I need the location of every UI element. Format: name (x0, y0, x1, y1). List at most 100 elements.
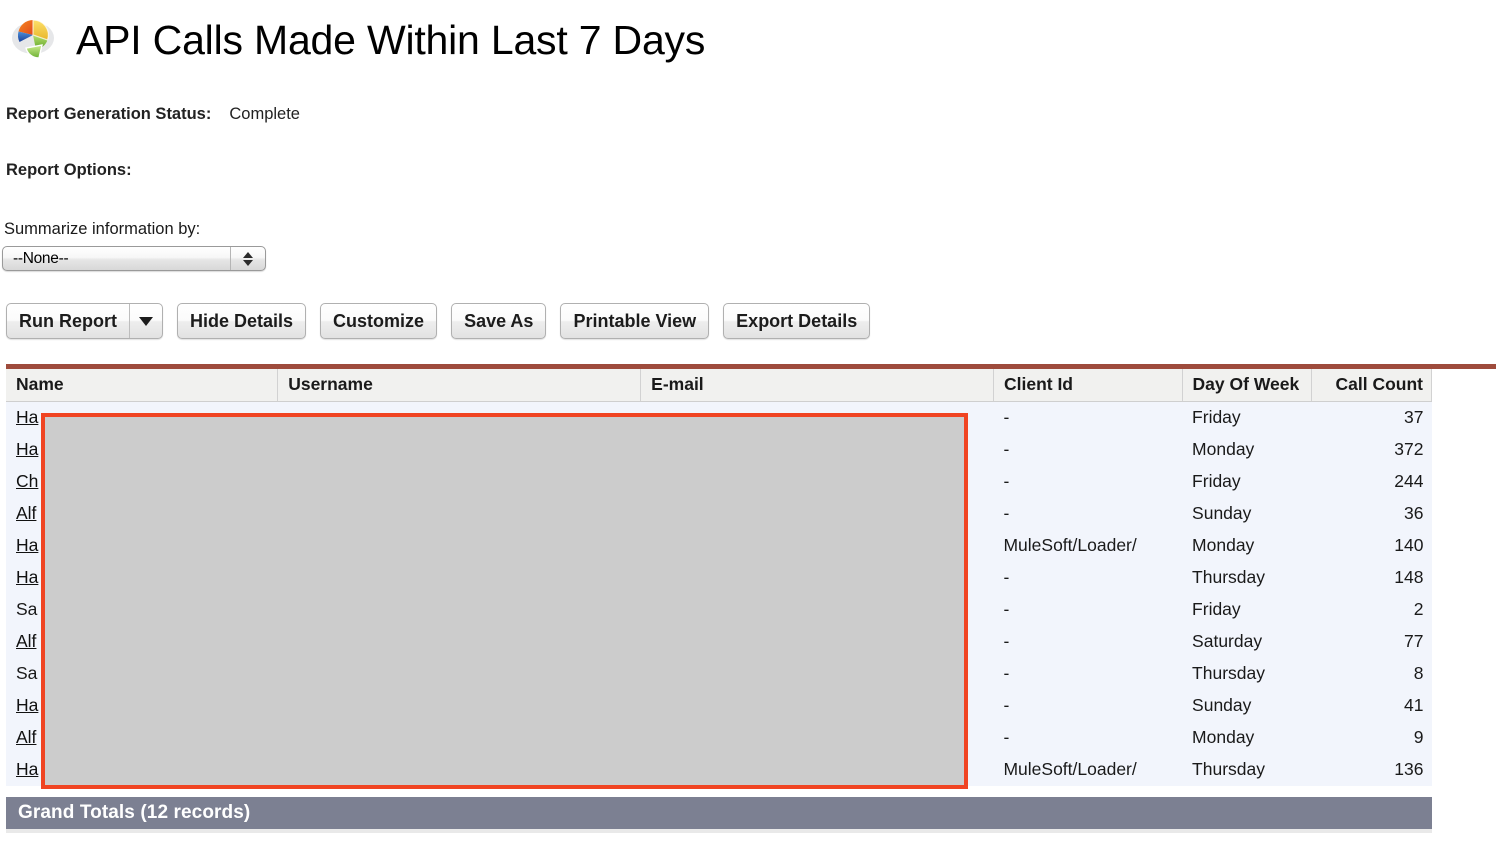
cell-name-text: Sa (16, 599, 38, 619)
cell-day-of-week: Friday (1182, 465, 1312, 498)
run-report-button[interactable]: Run Report (7, 304, 129, 338)
cell-call-count-text: 36 (1404, 503, 1424, 523)
cell-name-text[interactable]: Ha (16, 567, 38, 587)
cell-call-count-text: 148 (1394, 567, 1424, 587)
grand-totals-label: Grand Totals (12 records) (18, 802, 251, 823)
report-page: API Calls Made Within Last 7 Days Report… (0, 0, 1496, 866)
cell-client-id: - (993, 625, 1183, 658)
cell-day-of-week-text: Thursday (1192, 567, 1265, 587)
column-header-call-count[interactable]: Call Count (1311, 369, 1432, 402)
cell-day-of-week-text: Monday (1192, 727, 1255, 747)
cell-call-count-text: 136 (1394, 759, 1424, 779)
cell-name-text[interactable]: Ha (16, 407, 38, 427)
column-header-username[interactable]: Username (277, 369, 642, 402)
grand-totals-underline (6, 829, 1432, 833)
cell-call-count: 8 (1311, 657, 1432, 690)
cell-day-of-week: Monday (1182, 433, 1312, 466)
summarize-by-selected-value: --None-- (13, 249, 69, 267)
cell-client-id: - (993, 561, 1183, 594)
cell-client-id: - (993, 657, 1183, 690)
cell-call-count-text: 77 (1404, 631, 1424, 651)
cell-client-id: - (993, 497, 1183, 530)
chevron-down-icon (243, 259, 253, 266)
column-header-email[interactable]: E-mail (640, 369, 994, 402)
run-report-split-button[interactable]: Run Report (6, 303, 163, 339)
cell-call-count: 136 (1311, 753, 1432, 786)
run-report-dropdown-button[interactable] (129, 304, 162, 338)
cell-day-of-week: Thursday (1182, 657, 1312, 690)
cell-day-of-week-text: Friday (1192, 407, 1241, 428)
summarize-by-select[interactable]: --None-- (2, 246, 266, 271)
printable-view-button[interactable]: Printable View (560, 303, 710, 339)
report-generation-status-value: Complete (229, 105, 300, 123)
cell-day-of-week-text: Thursday (1192, 663, 1265, 683)
cell-call-count: 244 (1311, 465, 1432, 498)
cell-name-text[interactable]: Alf (16, 727, 36, 747)
cell-name-text[interactable]: Ha (16, 695, 38, 715)
cell-name-text[interactable]: Ha (16, 535, 38, 555)
report-options-label: Report Options: (6, 161, 132, 179)
cell-call-count: 2 (1311, 593, 1432, 626)
cell-day-of-week-text: Sunday (1192, 503, 1252, 523)
cell-day-of-week-text: Monday (1192, 439, 1255, 459)
cell-call-count-text: 2 (1413, 599, 1424, 619)
summarize-by-label: Summarize information by: (4, 220, 201, 238)
cell-name-text[interactable]: Alf (16, 631, 36, 651)
cell-client-id: - (993, 401, 1183, 434)
cell-client-id-text: - (1003, 631, 1010, 651)
cell-call-count: 41 (1311, 689, 1432, 722)
cell-client-id-text: - (1003, 471, 1010, 491)
cell-day-of-week-text: Thursday (1192, 759, 1265, 779)
cell-client-id-text: MuleSoft/Loader/ (1003, 759, 1137, 779)
cell-call-count-text: 372 (1394, 439, 1424, 459)
cell-call-count: 148 (1311, 561, 1432, 594)
page-title: API Calls Made Within Last 7 Days (76, 16, 706, 63)
cell-name-text: Sa (16, 663, 38, 683)
export-details-button[interactable]: Export Details (723, 303, 871, 339)
cell-client-id: - (993, 433, 1183, 466)
cell-client-id: - (993, 593, 1183, 626)
chevron-down-icon (139, 316, 153, 326)
cell-client-id-text: - (1003, 407, 1010, 428)
cell-name-text[interactable]: Ha (16, 439, 38, 459)
column-header-client-id[interactable]: Client Id (993, 369, 1183, 402)
column-header-day-of-week[interactable]: Day Of Week (1182, 369, 1313, 402)
cell-client-id: MuleSoft/Loader/ (993, 529, 1183, 562)
cell-day-of-week: Thursday (1182, 753, 1312, 786)
save-as-button[interactable]: Save As (451, 303, 547, 339)
cell-call-count-text: 140 (1394, 535, 1424, 555)
cell-call-count: 140 (1311, 529, 1432, 562)
page-header: API Calls Made Within Last 7 Days (6, 12, 705, 68)
customize-button[interactable]: Customize (320, 303, 438, 339)
cell-call-count: 9 (1311, 721, 1432, 754)
cell-day-of-week-text: Friday (1192, 599, 1241, 619)
cell-day-of-week: Sunday (1182, 497, 1312, 530)
cell-call-count-text: 9 (1413, 727, 1424, 747)
cell-client-id-text: - (1003, 727, 1010, 747)
cell-client-id-text: - (1003, 695, 1010, 715)
cell-day-of-week-text: Sunday (1192, 695, 1252, 715)
cell-client-id: MuleSoft/Loader/ (993, 753, 1183, 786)
pie-chart-report-icon (6, 12, 62, 68)
cell-client-id: - (993, 465, 1183, 498)
select-stepper-arrows-icon[interactable] (230, 247, 265, 270)
cell-client-id: - (993, 721, 1183, 754)
cell-call-count: 37 (1311, 401, 1432, 434)
cell-client-id-text: - (1003, 599, 1010, 619)
cell-name-text[interactable]: Ch (16, 471, 38, 491)
privacy-redaction-overlay (41, 413, 968, 789)
cell-day-of-week: Sunday (1182, 689, 1312, 722)
grand-totals-bar: Grand Totals (12 records) (6, 797, 1432, 829)
table-header-row: Name Username E-mail Client Id Day Of We… (6, 369, 1432, 402)
report-toolbar: Run Report Hide Details Customize Save A… (6, 303, 871, 339)
cell-client-id-text: - (1003, 439, 1010, 459)
chevron-up-icon (243, 251, 253, 258)
cell-call-count: 77 (1311, 625, 1432, 658)
cell-name-text[interactable]: Ha (16, 759, 38, 779)
cell-day-of-week: Friday (1182, 401, 1312, 434)
column-header-name[interactable]: Name (6, 369, 279, 402)
hide-details-button[interactable]: Hide Details (177, 303, 307, 339)
cell-name-text[interactable]: Alf (16, 503, 36, 523)
report-generation-status: Report Generation Status: Complete (6, 105, 300, 124)
cell-client-id-text: MuleSoft/Loader/ (1003, 535, 1137, 555)
